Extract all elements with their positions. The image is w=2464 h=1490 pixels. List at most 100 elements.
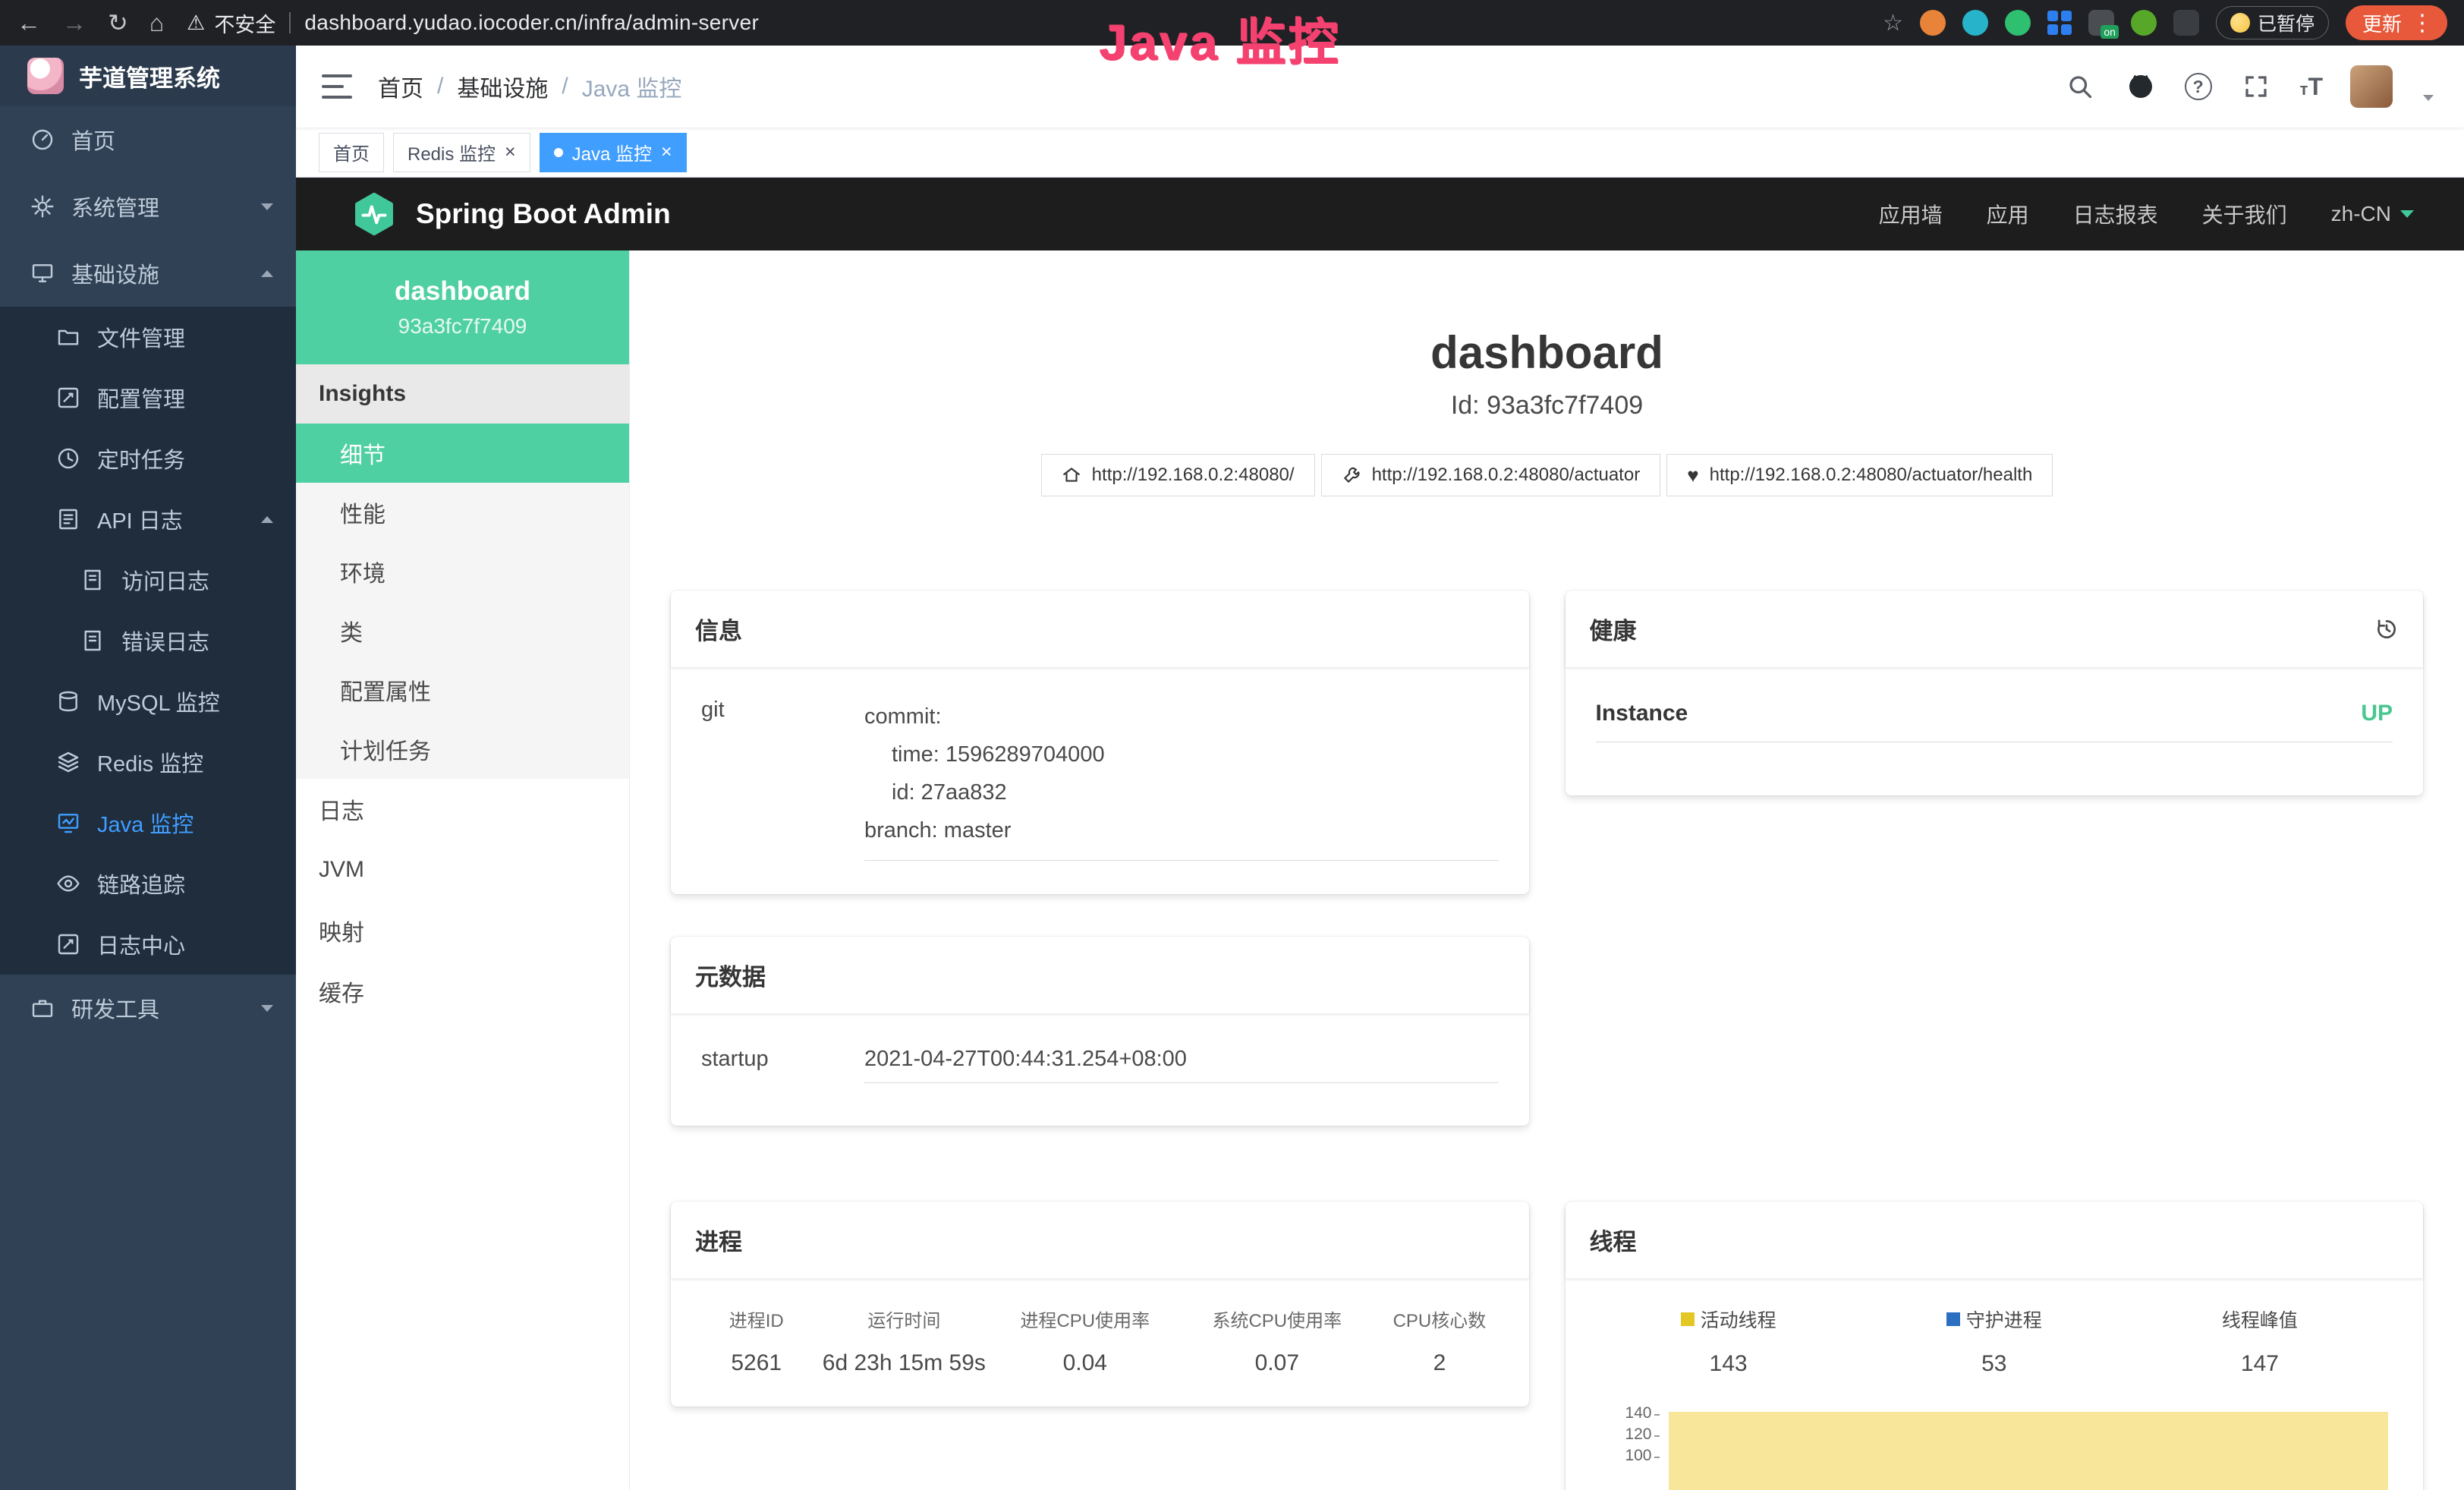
app-logo-image <box>27 58 64 94</box>
forward-icon[interactable]: → <box>62 11 87 35</box>
sba-logo-icon[interactable] <box>352 192 396 236</box>
extension-icon-proxy[interactable]: on <box>2088 10 2114 36</box>
chevron-down-icon <box>2400 210 2414 218</box>
sba-item-log[interactable]: 日志 <box>296 779 629 840</box>
extension-icon-teal-drop[interactable] <box>1962 10 1988 36</box>
card-title: 元数据 <box>695 958 766 992</box>
avatar[interactable] <box>2350 65 2393 108</box>
page-subtitle: Id: 93a3fc7f7409 <box>630 391 2464 421</box>
sba-item-classes[interactable]: 类 <box>296 601 629 660</box>
sba-item-details[interactable]: 细节 <box>296 424 629 483</box>
sidebar-item-file-manage[interactable]: 文件管理 <box>0 307 296 367</box>
sidebar-item-access-log[interactable]: 访问日志 <box>0 550 296 610</box>
sba-item-environment[interactable]: 环境 <box>296 542 629 601</box>
chevron-down-icon[interactable] <box>2423 95 2434 101</box>
sidebar-item-error-log[interactable]: 错误日志 <box>0 610 296 671</box>
address-url[interactable]: dashboard.yudao.iocoder.cn/infra/admin-s… <box>304 11 759 35</box>
instance-header[interactable]: dashboard 93a3fc7f7409 <box>296 250 629 364</box>
sidebar-item-mysql-monitor[interactable]: MySQL 监控 <box>0 671 296 732</box>
fullscreen-icon[interactable] <box>2239 70 2273 103</box>
tag-java-monitor[interactable]: Java 监控 × <box>540 133 687 172</box>
threads-chart: 140 120 100 <box>1596 1404 2393 1490</box>
history-icon[interactable] <box>2374 617 2399 641</box>
sidebar-item-trace[interactable]: 链路追踪 <box>0 853 296 914</box>
sba-nav-journal[interactable]: 日志报表 <box>2073 199 2158 229</box>
sba-nav-wallboard[interactable]: 应用墙 <box>1879 199 1943 229</box>
bookmark-star-icon[interactable]: ☆ <box>1883 10 1903 36</box>
close-icon[interactable]: × <box>661 143 672 162</box>
search-icon[interactable] <box>2063 70 2097 103</box>
update-label: 更新 <box>2362 9 2402 37</box>
home-icon[interactable]: ⌂ <box>149 11 164 35</box>
process-col-system-cpu: 系统CPU使用率 0.07 <box>1181 1306 1373 1376</box>
health-instance-label: Instance <box>1596 701 1688 726</box>
sidebar-item-config-manage[interactable]: 配置管理 <box>0 367 296 428</box>
hamburger-icon[interactable] <box>322 74 352 99</box>
divider <box>289 12 291 33</box>
health-url: http://192.168.0.2:48080/actuator/health <box>1710 465 2033 486</box>
menu-kebab-icon[interactable]: ⋮ <box>2411 10 2434 36</box>
sidebar-item-home[interactable]: 首页 <box>0 106 296 173</box>
sba-item-mappings[interactable]: 映射 <box>296 900 629 961</box>
briefcase-icon <box>30 996 55 1020</box>
extension-icon-leaf[interactable] <box>2131 10 2157 36</box>
extension-icon-green-circle[interactable] <box>2005 10 2031 36</box>
sba-item-jvm[interactable]: JVM <box>296 840 629 900</box>
tag-home[interactable]: 首页 <box>319 133 384 172</box>
breadcrumb-section[interactable]: 基础设施 <box>457 70 548 103</box>
sba-item-configprops[interactable]: 配置属性 <box>296 660 629 720</box>
admin-sidebar: 芋道管理系统 首页 系统管理 基础设施 文件管理 <box>0 46 296 1490</box>
sidebar-item-infra[interactable]: 基础设施 <box>0 240 296 307</box>
service-url-button[interactable]: http://192.168.0.2:48080/ <box>1041 454 1315 496</box>
update-button[interactable]: 更新 ⋮ <box>2346 5 2447 40</box>
paused-badge[interactable]: 已暂停 <box>2216 6 2329 39</box>
sidebar-item-scheduled-job[interactable]: 定时任务 <box>0 428 296 489</box>
reload-icon[interactable]: ↻ <box>108 11 128 35</box>
wrench-icon <box>1342 465 1361 485</box>
sidebar-item-java-monitor[interactable]: Java 监控 <box>0 792 296 853</box>
close-icon[interactable]: × <box>505 143 516 162</box>
health-url-button[interactable]: ♥ http://192.168.0.2:48080/actuator/heal… <box>1666 454 2053 496</box>
gear-icon <box>30 194 55 219</box>
sba-main: dashboard Id: 93a3fc7f7409 http://192.16… <box>630 250 2464 1490</box>
service-url: http://192.168.0.2:48080/ <box>1092 465 1295 486</box>
sidebar-item-redis-monitor[interactable]: Redis 监控 <box>0 732 296 792</box>
admin-navbar: 首页 / 基础设施 / Java 监控 ? тT <box>296 46 2464 128</box>
github-icon[interactable] <box>2124 70 2157 103</box>
back-icon[interactable]: ← <box>17 11 41 35</box>
sba-item-caches[interactable]: 缓存 <box>296 961 629 1022</box>
sidebar-item-label: 配置管理 <box>97 382 185 414</box>
sidebar-item-system[interactable]: 系统管理 <box>0 173 296 240</box>
page-title: dashboard <box>630 326 2464 379</box>
chevron-up-icon <box>261 516 273 523</box>
sidebar-item-devtools[interactable]: 研发工具 <box>0 975 296 1041</box>
extension-icon-blue-grid[interactable] <box>2047 11 2072 35</box>
sidebar-item-label: 访问日志 <box>121 564 209 596</box>
sba-brand[interactable]: Spring Boot Admin <box>416 198 671 230</box>
tag-label: 首页 <box>333 139 370 165</box>
extension-icon-dark[interactable] <box>2173 10 2199 36</box>
sba-item-metrics[interactable]: 性能 <box>296 483 629 542</box>
extension-icon-orange[interactable] <box>1920 10 1946 36</box>
app-title: 芋道管理系统 <box>79 59 220 93</box>
app-logo[interactable]: 芋道管理系统 <box>0 46 296 106</box>
font-size-icon[interactable]: тT <box>2300 73 2323 101</box>
sba-nav-applications[interactable]: 应用 <box>1987 199 2029 229</box>
sidebar-item-log-center[interactable]: 日志中心 <box>0 914 296 975</box>
breadcrumb-home[interactable]: 首页 <box>378 70 423 103</box>
sba-item-scheduled-tasks[interactable]: 计划任务 <box>296 720 629 779</box>
sba-nav-about[interactable]: 关于我们 <box>2202 199 2287 229</box>
threads-area-series <box>1669 1412 2389 1490</box>
folder-icon <box>56 325 80 349</box>
help-icon[interactable]: ? <box>2185 73 2212 100</box>
sidebar-item-label: MySQL 监控 <box>97 685 220 717</box>
tag-redis-monitor[interactable]: Redis 监控 × <box>393 133 530 172</box>
locale-selector[interactable]: zh-CN <box>2331 202 2414 226</box>
actuator-url-button[interactable]: http://192.168.0.2:48080/actuator <box>1321 454 1661 496</box>
site-security[interactable]: ⚠ 不安全 dashboard.yudao.iocoder.cn/infra/a… <box>187 8 759 38</box>
sidebar-item-label: Redis 监控 <box>97 746 203 778</box>
sidebar-item-api-log[interactable]: API 日志 <box>0 489 296 550</box>
layers-icon <box>56 750 80 774</box>
instance-name: dashboard <box>395 276 530 307</box>
health-card: 健康 Instance UP <box>1566 591 2424 795</box>
